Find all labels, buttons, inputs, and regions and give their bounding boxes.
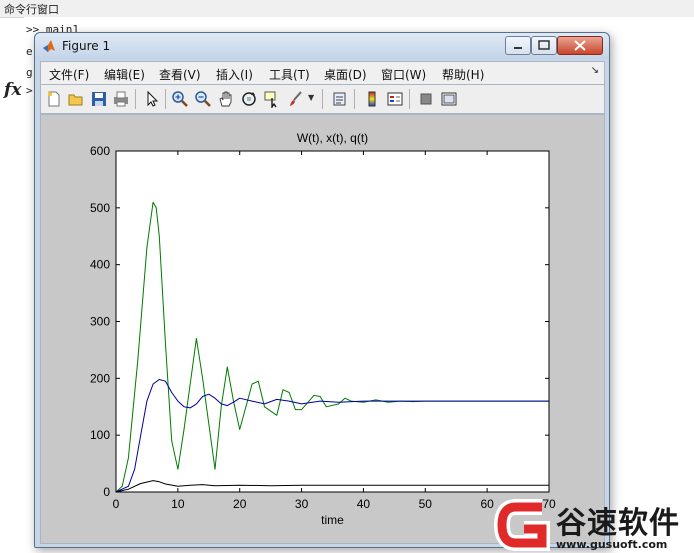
x-tick-label: 0 xyxy=(113,497,120,511)
y-tick-label: 200 xyxy=(90,371,110,385)
zoom-out-icon[interactable] xyxy=(194,90,212,108)
menu-view[interactable]: 查看(V) xyxy=(159,66,201,83)
x-tick-label: 50 xyxy=(419,497,433,511)
brush-dropdown-arrow-icon[interactable]: ▼ xyxy=(308,93,314,102)
matlab-logo-icon xyxy=(43,40,55,52)
figure-window: Figure 1 文件(F) 编辑(E) 查看(V) 插入(I) 工具(T) 桌… xyxy=(34,32,610,548)
watermark-logo xyxy=(494,499,550,551)
brush-icon[interactable] xyxy=(287,90,305,108)
hide-plot-tools-icon[interactable] xyxy=(417,90,435,108)
new-figure-icon[interactable] xyxy=(45,90,63,108)
toolbar-separator xyxy=(165,89,166,109)
menu-insert[interactable]: 插入(I) xyxy=(216,66,253,83)
minimize-icon xyxy=(514,47,522,49)
x-tick-label: 60 xyxy=(480,497,494,511)
y-tick-label: 500 xyxy=(90,201,110,215)
y-tick-label: 400 xyxy=(90,258,110,272)
command-line-3: g xyxy=(26,66,33,79)
line-chart[interactable]: 0 10 20 30 40 50 60 700100200300400500600W(t), … xyxy=(41,115,604,543)
close-button[interactable] xyxy=(557,36,603,55)
x-tick-label: 10 xyxy=(171,497,185,511)
close-icon xyxy=(574,40,586,51)
x-tick-label: 30 xyxy=(295,497,309,511)
command-prompt[interactable]: > xyxy=(26,84,33,97)
chart-title: W(t), x(t), q(t) xyxy=(297,131,368,145)
maximize-button[interactable] xyxy=(531,36,557,55)
toolbar-separator xyxy=(354,89,355,109)
fx-icon[interactable]: fx xyxy=(4,80,21,100)
toolbar-separator xyxy=(135,89,136,109)
menu-window[interactable]: 窗口(W) xyxy=(381,66,426,83)
figure-toolbar: ▼ xyxy=(40,85,605,114)
open-file-icon[interactable] xyxy=(67,90,85,108)
toolbar-separator xyxy=(322,89,323,109)
plot-area xyxy=(115,150,550,493)
rotate-3d-icon[interactable] xyxy=(240,90,258,108)
show-plot-tools-icon[interactable] xyxy=(440,90,458,108)
x-tick-label: 20 xyxy=(233,497,247,511)
figure-canvas[interactable]: 0 10 20 30 40 50 60 70 0 100 200 300 400 500 600 W(t), … xyxy=(40,114,605,544)
figure-titlebar[interactable]: Figure 1 xyxy=(35,33,609,59)
y-tick-label: 300 xyxy=(90,315,110,329)
maximize-icon xyxy=(538,40,550,50)
minimize-button[interactable] xyxy=(505,36,531,55)
legend-icon[interactable] xyxy=(386,90,404,108)
command-window-header: 命令行窗口 xyxy=(0,0,694,18)
menu-help[interactable]: 帮助(H) xyxy=(442,66,484,83)
menu-desktop[interactable]: 桌面(D) xyxy=(324,66,367,83)
toolbar-separator xyxy=(409,89,410,109)
menu-tools[interactable]: 工具(T) xyxy=(269,66,310,83)
figure-title: Figure 1 xyxy=(62,39,111,53)
watermark-name: 谷速软件 xyxy=(556,506,680,541)
pointer-icon[interactable] xyxy=(142,90,160,108)
x-axis-label: time xyxy=(321,513,344,527)
command-window-title: 命令行窗口 xyxy=(4,3,59,16)
x-tick-label: 40 xyxy=(357,497,371,511)
figure-menubar: 文件(F) 编辑(E) 查看(V) 插入(I) 工具(T) 桌面(D) 窗口(W… xyxy=(40,61,605,85)
zoom-in-icon[interactable] xyxy=(171,90,189,108)
y-tick-label: 600 xyxy=(90,144,110,158)
watermark-url: www.gusuoft.com xyxy=(556,538,668,551)
save-icon[interactable] xyxy=(90,90,108,108)
data-cursor-icon[interactable] xyxy=(263,90,281,108)
y-tick-label: 100 xyxy=(90,428,110,442)
command-line-2: e xyxy=(26,45,33,58)
y-tick-label: 0 xyxy=(103,485,110,499)
menu-file[interactable]: 文件(F) xyxy=(49,66,89,83)
colorbar-icon[interactable] xyxy=(363,90,381,108)
print-icon[interactable] xyxy=(112,90,130,108)
link-plot-icon[interactable] xyxy=(331,90,349,108)
menu-edit[interactable]: 编辑(E) xyxy=(104,66,145,83)
menubar-dock-arrow-icon[interactable]: ↘ xyxy=(591,65,599,76)
pan-icon[interactable] xyxy=(217,90,235,108)
